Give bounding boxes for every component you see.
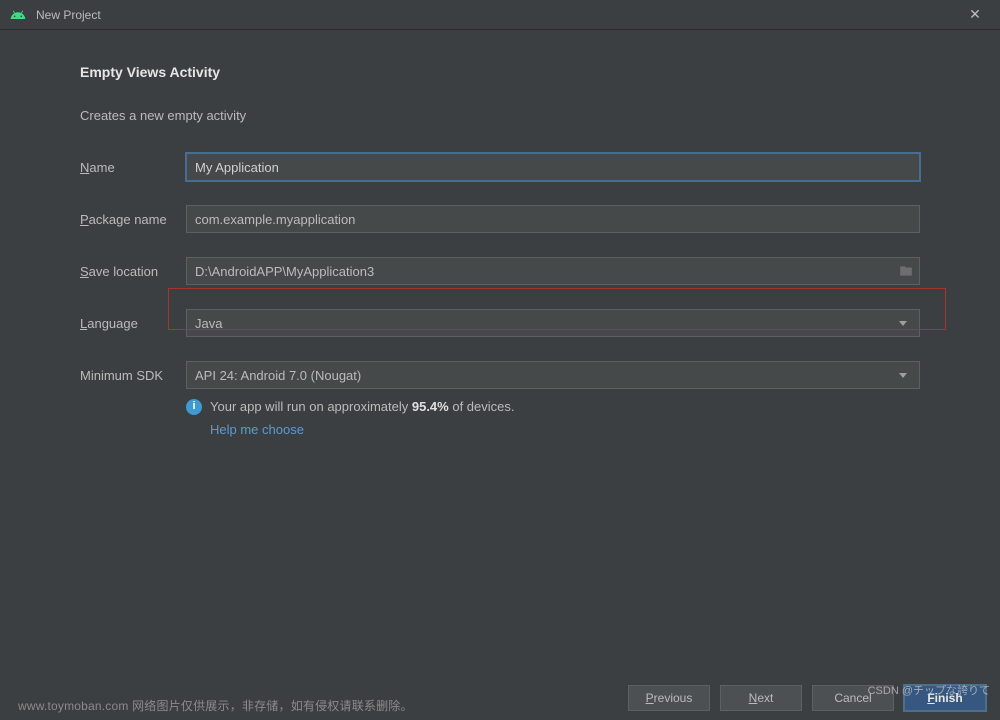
watermark-right: CSDN @チップな誇りて <box>868 682 990 698</box>
label-language: Language <box>80 316 186 331</box>
package-input[interactable] <box>186 205 920 233</box>
min-sdk-value: API 24: Android 7.0 (Nougat) <box>195 368 361 383</box>
label-save-location: Save location <box>80 264 186 279</box>
page-subtitle: Creates a new empty activity <box>80 108 920 123</box>
row-language: Language Java <box>80 309 920 337</box>
label-package: Package name <box>80 212 186 227</box>
help-me-choose-link[interactable]: Help me choose <box>210 420 515 441</box>
label-name: Name <box>80 160 186 175</box>
language-value: Java <box>195 316 222 331</box>
watermark-left: www.toymoban.com 网络图片仅供展示，非存储，如有侵权请联系删除。 <box>18 697 413 714</box>
min-sdk-select[interactable]: API 24: Android 7.0 (Nougat) <box>186 361 920 389</box>
close-icon[interactable]: ✕ <box>960 6 990 23</box>
row-min-sdk: Minimum SDK API 24: Android 7.0 (Nougat) <box>80 361 920 389</box>
android-logo-icon <box>10 7 26 23</box>
name-input[interactable] <box>186 153 920 181</box>
previous-button[interactable]: Previous <box>628 685 710 711</box>
language-select[interactable]: Java <box>186 309 920 337</box>
label-min-sdk: Minimum SDK <box>80 368 186 383</box>
info-icon: i <box>186 399 202 415</box>
chevron-down-icon <box>899 321 907 326</box>
row-save-location: Save location <box>80 257 920 285</box>
page-heading: Empty Views Activity <box>80 64 920 80</box>
sdk-info: i Your app will run on approximately 95.… <box>186 397 920 441</box>
titlebar: New Project ✕ <box>0 0 1000 30</box>
row-name: Name <box>80 153 920 181</box>
row-package: Package name <box>80 205 920 233</box>
sdk-info-text: Your app will run on approximately 95.4%… <box>210 397 515 441</box>
window-title: New Project <box>36 8 960 22</box>
browse-folder-icon[interactable] <box>898 264 914 278</box>
chevron-down-icon <box>899 373 907 378</box>
save-location-input[interactable] <box>186 257 920 285</box>
dialog-content: Empty Views Activity Creates a new empty… <box>0 30 1000 441</box>
next-button[interactable]: Next <box>720 685 802 711</box>
